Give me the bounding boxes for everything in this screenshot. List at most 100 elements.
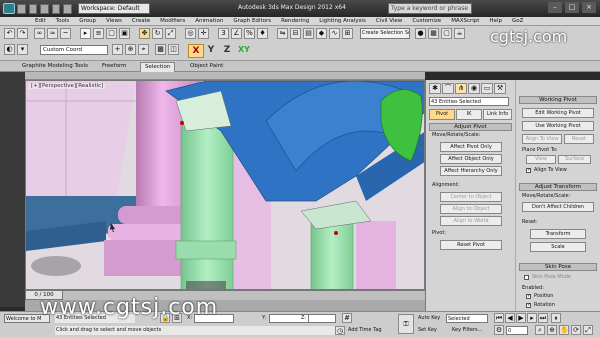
snaps-toggle-icon[interactable]: 3 (218, 28, 229, 39)
time-config-icon[interactable]: ⚙ (494, 325, 504, 335)
rect-selection-icon[interactable]: □ (106, 28, 117, 39)
maximize-button[interactable]: □ (565, 2, 579, 13)
spinner-snap-icon[interactable]: ♦ (257, 28, 268, 39)
select-and-scale-icon[interactable]: ⤢ (165, 28, 176, 39)
app-menu-icon[interactable] (3, 3, 15, 14)
select-object-icon[interactable]: ▸ (80, 28, 91, 39)
pivot-tab-button[interactable]: Pivot (429, 109, 455, 120)
z-coordinate-field[interactable] (308, 314, 336, 323)
undo-icon[interactable] (51, 4, 61, 14)
transform-center-icon[interactable]: ⌖ (138, 44, 149, 55)
menu-maxscript[interactable]: MAXScript (446, 17, 484, 25)
play-icon[interactable]: ▶ (516, 313, 526, 323)
link-info-tab-button[interactable]: Link Info (483, 109, 512, 120)
unlink-icon[interactable]: ≈ (47, 28, 58, 39)
utilities-tab-icon[interactable]: ⚒ (494, 83, 506, 94)
mirror-icon[interactable]: ⇋ (277, 28, 288, 39)
menu-group[interactable]: Group (74, 17, 101, 25)
render-frame-icon[interactable]: ▢ (441, 28, 452, 39)
select-link-icon[interactable]: ∞ (34, 28, 45, 39)
current-frame-field[interactable]: 0 (506, 326, 528, 335)
rotation-checkbox[interactable]: ✓ (526, 303, 531, 308)
menu-rendering[interactable]: Rendering (276, 17, 314, 25)
maximize-viewport-icon[interactable]: ⤢ (583, 325, 593, 335)
schematic-view-icon[interactable]: ⊞ (342, 28, 353, 39)
pivot-gizmo[interactable] (334, 231, 338, 235)
curve-editor-icon[interactable]: ∿ (329, 28, 340, 39)
render-setup-icon[interactable]: ▦ (428, 28, 439, 39)
redo-icon[interactable] (63, 4, 72, 14)
reference-coordinate-dropdown[interactable]: Custom Coord (40, 45, 108, 55)
reset-working-pivot-button[interactable]: Reset (564, 134, 594, 144)
display-tab-icon[interactable]: ▭ (481, 83, 493, 94)
use-working-pivot-button[interactable]: Use Working Pivot (522, 121, 594, 131)
pick-icon[interactable]: + (112, 44, 123, 55)
auto-key-button[interactable]: Auto Key (418, 315, 440, 321)
menu-lighting-analysis[interactable]: Lighting Analysis (314, 17, 371, 25)
grid-icon[interactable]: # (342, 313, 352, 323)
create-tab-icon[interactable]: ✱ (429, 83, 441, 94)
manipulate-icon[interactable]: ✛ (198, 28, 209, 39)
skin-pose-rollout[interactable]: Skin Pose (519, 263, 597, 271)
menu-graph-editors[interactable]: Graph Editors (228, 17, 276, 25)
minimize-button[interactable]: – (548, 2, 562, 13)
menu-customize[interactable]: Customize (407, 17, 446, 25)
save-file-icon[interactable] (40, 4, 49, 14)
render-icon[interactable]: ☕ (454, 28, 465, 39)
menu-help[interactable]: Help (484, 17, 507, 25)
menu-tools[interactable]: Tools (51, 17, 75, 25)
reset-pivot-button[interactable]: Reset Pivot (440, 240, 502, 250)
previous-frame-icon[interactable]: ◀ (505, 313, 515, 323)
constraint-icon[interactable]: ◫ (168, 44, 179, 55)
new-file-icon[interactable] (17, 4, 26, 14)
affect-object-only-button[interactable]: Affect Object Only (440, 154, 502, 164)
window-crossing-icon[interactable]: ▣ (119, 28, 130, 39)
go-to-start-icon[interactable]: ⏮ (494, 313, 504, 323)
axis-z-button[interactable]: Z (220, 44, 234, 56)
affect-hierarchy-only-button[interactable]: Affect Hierarchy Only (440, 166, 502, 176)
axis-y-button[interactable]: Y (204, 44, 218, 56)
go-to-end-icon[interactable]: ⏭ (538, 313, 548, 323)
align-to-world-button[interactable]: Align to World (440, 216, 502, 226)
use-pivot-center-icon[interactable]: ◎ (185, 28, 196, 39)
zoom-all-icon[interactable]: ⊕ (547, 325, 557, 335)
redo-icon[interactable]: ↷ (17, 28, 28, 39)
viewport-label[interactable]: [+][Perspective][Realistic] (29, 83, 106, 89)
set-key-button[interactable]: Set Key (418, 327, 437, 333)
view-button[interactable]: View (526, 155, 556, 164)
edit-working-pivot-button[interactable]: Edit Working Pivot (522, 108, 594, 118)
axis-x-button[interactable]: X (188, 44, 204, 58)
menu-edit[interactable]: Edit (30, 17, 51, 25)
search-input[interactable]: Type a keyword or phrase (388, 3, 472, 14)
percent-snap-icon[interactable]: % (244, 28, 255, 39)
selected-dropdown[interactable]: Selected (446, 314, 488, 323)
surface-button[interactable]: Surface (558, 155, 591, 164)
workspace-dropdown[interactable]: Workspace: Default (78, 3, 150, 14)
menu-animation[interactable]: Animation (190, 17, 228, 25)
align-to-object-button[interactable]: Align to Object (440, 204, 502, 214)
ik-tab-button[interactable]: IK (456, 109, 482, 120)
menu-create[interactable]: Create (127, 17, 155, 25)
menu-civil-view[interactable]: Civil View (371, 17, 407, 25)
center-to-object-button[interactable]: Center to Object (440, 192, 502, 202)
align-icon[interactable]: ⊟ (290, 28, 301, 39)
select-filter-icon[interactable]: ▾ (17, 44, 28, 55)
select-and-move-icon[interactable]: ✥ (139, 28, 150, 39)
add-time-tag[interactable]: Add Time Tag (348, 327, 382, 333)
time-tag-icon[interactable]: ◷ (335, 326, 345, 335)
tab-freeform[interactable]: Freeform (98, 62, 131, 71)
adjust-pivot-rollout[interactable]: Adjust Pivot (429, 123, 512, 131)
material-editor-icon[interactable]: ● (415, 28, 426, 39)
key-mode-toggle-icon[interactable]: ⏸ (551, 313, 561, 323)
bind-space-warp-icon[interactable]: ~ (60, 28, 71, 39)
select-by-name-icon[interactable]: ≡ (93, 28, 104, 39)
dont-affect-children-button[interactable]: Don't Affect Children (522, 202, 594, 212)
modify-tab-icon[interactable]: ⌒ (442, 83, 454, 94)
perspective-viewport[interactable]: [+][Perspective][Realistic] (25, 80, 425, 290)
object-name-field[interactable]: 43 Entities Selected (429, 97, 509, 106)
motion-tab-icon[interactable]: ◉ (468, 83, 480, 94)
select-and-rotate-icon[interactable]: ↻ (152, 28, 163, 39)
position-checkbox[interactable]: ✓ (526, 294, 531, 299)
tab-graphite-modeling-tools[interactable]: Graphite Modeling Tools (18, 62, 92, 71)
open-file-icon[interactable] (28, 4, 38, 14)
